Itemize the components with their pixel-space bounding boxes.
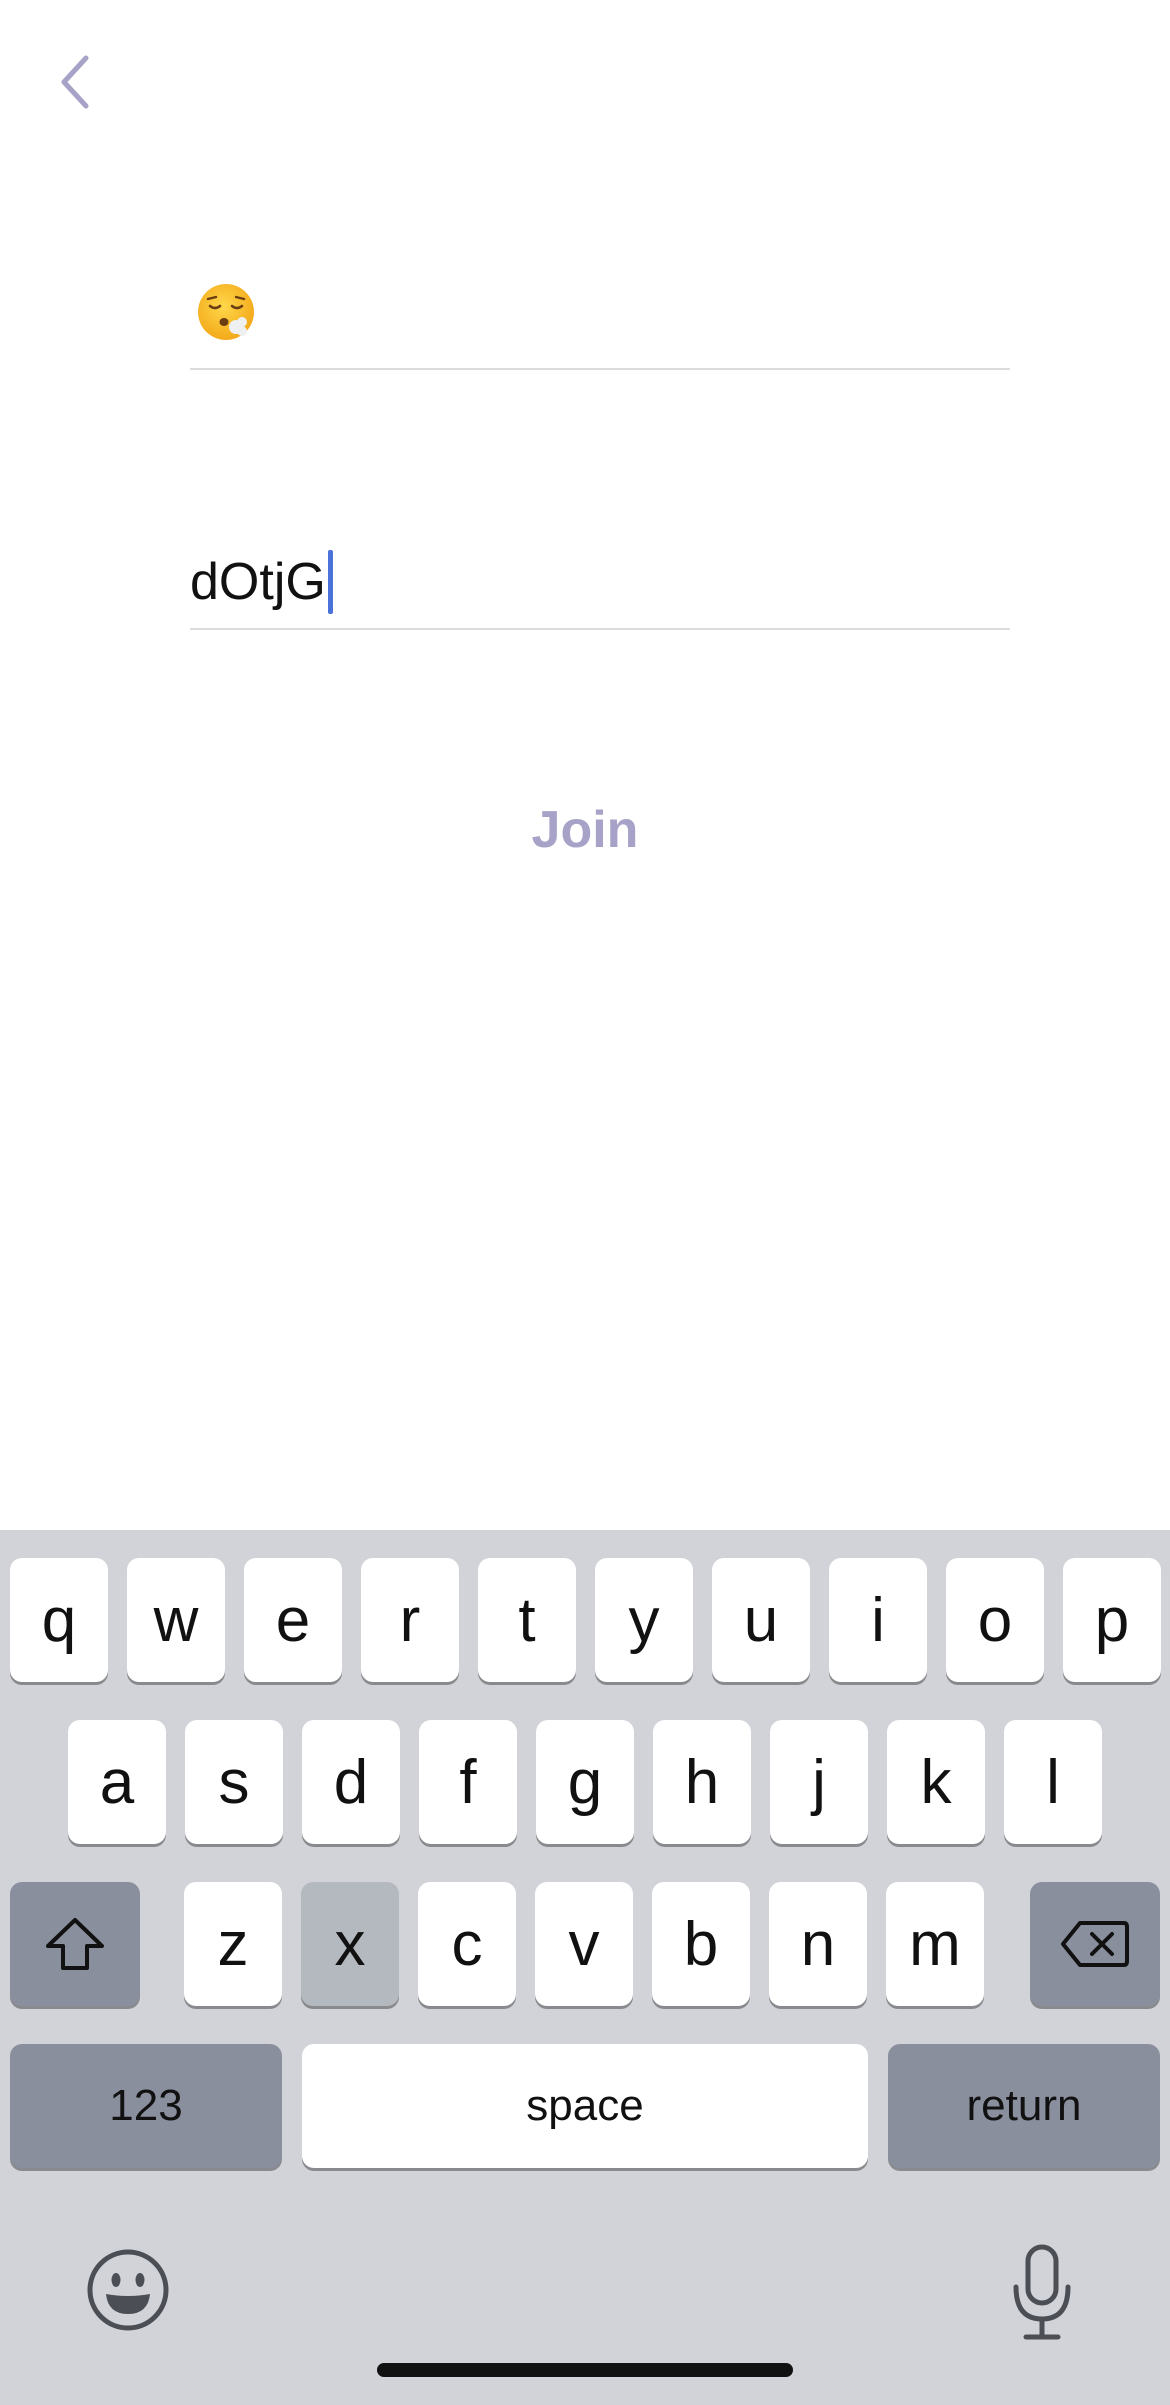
key-n[interactable]: n <box>769 1882 867 2006</box>
key-h[interactable]: h <box>653 1720 751 1844</box>
shift-key[interactable] <box>10 1882 140 2006</box>
home-indicator <box>377 2363 793 2377</box>
key-r[interactable]: r <box>361 1558 459 1682</box>
key-t[interactable]: t <box>478 1558 576 1682</box>
key-m[interactable]: m <box>886 1882 984 2006</box>
face-exhaling-emoji <box>198 284 254 340</box>
key-z[interactable]: z <box>184 1882 282 2006</box>
shift-arrow-icon <box>46 1918 104 1970</box>
key-l[interactable]: l <box>1004 1720 1102 1844</box>
key-u[interactable]: u <box>712 1558 810 1682</box>
emoji-field[interactable] <box>190 270 1010 370</box>
return-key[interactable]: return <box>888 2044 1160 2168</box>
key-e[interactable]: e <box>244 1558 342 1682</box>
key-g[interactable]: g <box>536 1720 634 1844</box>
key-a[interactable]: a <box>68 1720 166 1844</box>
chevron-left-icon <box>61 55 89 109</box>
emoji-keyboard-button[interactable] <box>80 2242 176 2338</box>
key-y[interactable]: y <box>595 1558 693 1682</box>
key-w[interactable]: w <box>127 1558 225 1682</box>
join-button[interactable]: Join <box>485 790 685 870</box>
key-d[interactable]: d <box>302 1720 400 1844</box>
key-q[interactable]: q <box>10 1558 108 1682</box>
numbers-key[interactable]: 123 <box>10 2044 282 2168</box>
key-i[interactable]: i <box>829 1558 927 1682</box>
dictation-button[interactable] <box>1000 2238 1084 2348</box>
key-b[interactable]: b <box>652 1882 750 2006</box>
code-input-value: dOtjG <box>190 553 326 611</box>
delete-backspace-icon <box>1061 1921 1129 1967</box>
key-s[interactable]: s <box>185 1720 283 1844</box>
code-field[interactable]: dOtjG <box>190 530 1010 630</box>
keyboard: qwertyuiop asdfghjkl zxcvbnm 123 space ret… <box>0 1530 1170 2405</box>
key-v[interactable]: v <box>535 1882 633 2006</box>
emoji-smiley-icon <box>87 2249 169 2331</box>
space-key[interactable]: space <box>302 2044 868 2168</box>
key-c[interactable]: c <box>418 1882 516 2006</box>
key-j[interactable]: j <box>770 1720 868 1844</box>
key-k[interactable]: k <box>887 1720 985 1844</box>
key-x[interactable]: x <box>301 1882 399 2006</box>
key-p[interactable]: p <box>1063 1558 1161 1682</box>
microphone-icon <box>1013 2244 1071 2340</box>
join-screen: dOtjG Join qwertyuiop asdfghjkl zxcvbnm 12… <box>0 0 1170 2405</box>
text-caret <box>327 550 333 614</box>
key-o[interactable]: o <box>946 1558 1044 1682</box>
back-button[interactable] <box>40 40 112 124</box>
key-f[interactable]: f <box>419 1720 517 1844</box>
delete-key[interactable] <box>1030 1882 1160 2006</box>
